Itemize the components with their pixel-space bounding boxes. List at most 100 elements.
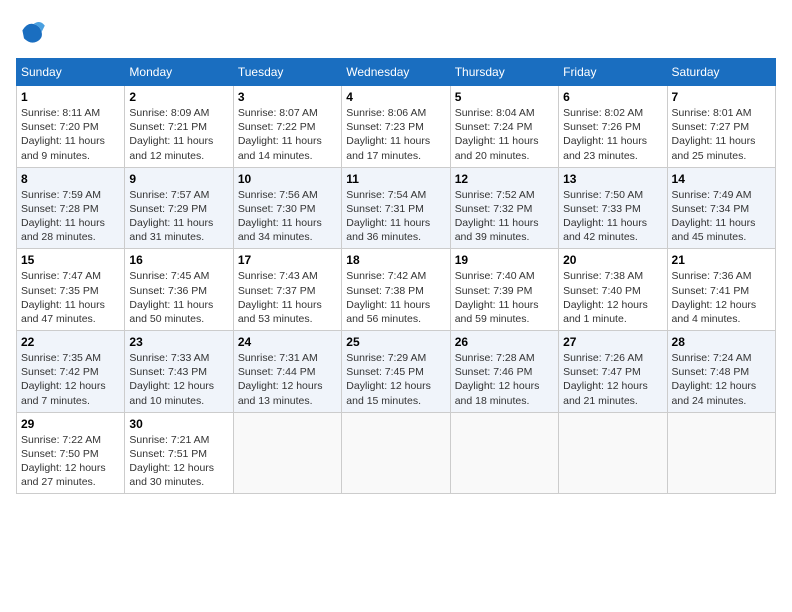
calendar-day-cell <box>342 412 450 494</box>
calendar-day-cell: 18 Sunrise: 7:42 AMSunset: 7:38 PMDaylig… <box>342 249 450 331</box>
day-number: 12 <box>455 172 554 186</box>
day-number: 24 <box>238 335 337 349</box>
day-info: Sunrise: 7:21 AMSunset: 7:51 PMDaylight:… <box>129 433 228 490</box>
calendar-day-cell: 10 Sunrise: 7:56 AMSunset: 7:30 PMDaylig… <box>233 167 341 249</box>
day-number: 18 <box>346 253 445 267</box>
day-info: Sunrise: 8:01 AMSunset: 7:27 PMDaylight:… <box>672 106 771 163</box>
calendar-day-cell: 6 Sunrise: 8:02 AMSunset: 7:26 PMDayligh… <box>559 86 667 168</box>
day-info: Sunrise: 7:33 AMSunset: 7:43 PMDaylight:… <box>129 351 228 408</box>
day-info: Sunrise: 7:57 AMSunset: 7:29 PMDaylight:… <box>129 188 228 245</box>
calendar-day-cell: 17 Sunrise: 7:43 AMSunset: 7:37 PMDaylig… <box>233 249 341 331</box>
day-info: Sunrise: 7:31 AMSunset: 7:44 PMDaylight:… <box>238 351 337 408</box>
calendar-day-cell <box>450 412 558 494</box>
day-number: 14 <box>672 172 771 186</box>
calendar-week-row: 22 Sunrise: 7:35 AMSunset: 7:42 PMDaylig… <box>17 331 776 413</box>
calendar-day-cell: 23 Sunrise: 7:33 AMSunset: 7:43 PMDaylig… <box>125 331 233 413</box>
day-number: 9 <box>129 172 228 186</box>
day-number: 23 <box>129 335 228 349</box>
day-info: Sunrise: 7:38 AMSunset: 7:40 PMDaylight:… <box>563 269 662 326</box>
day-info: Sunrise: 7:24 AMSunset: 7:48 PMDaylight:… <box>672 351 771 408</box>
day-info: Sunrise: 8:06 AMSunset: 7:23 PMDaylight:… <box>346 106 445 163</box>
calendar-day-cell: 3 Sunrise: 8:07 AMSunset: 7:22 PMDayligh… <box>233 86 341 168</box>
day-info: Sunrise: 7:47 AMSunset: 7:35 PMDaylight:… <box>21 269 120 326</box>
calendar-day-cell: 9 Sunrise: 7:57 AMSunset: 7:29 PMDayligh… <box>125 167 233 249</box>
calendar-day-cell: 1 Sunrise: 8:11 AMSunset: 7:20 PMDayligh… <box>17 86 125 168</box>
day-number: 16 <box>129 253 228 267</box>
day-number: 26 <box>455 335 554 349</box>
calendar-week-row: 29 Sunrise: 7:22 AMSunset: 7:50 PMDaylig… <box>17 412 776 494</box>
calendar-day-cell: 24 Sunrise: 7:31 AMSunset: 7:44 PMDaylig… <box>233 331 341 413</box>
calendar-week-row: 1 Sunrise: 8:11 AMSunset: 7:20 PMDayligh… <box>17 86 776 168</box>
day-info: Sunrise: 8:09 AMSunset: 7:21 PMDaylight:… <box>129 106 228 163</box>
day-number: 4 <box>346 90 445 104</box>
calendar-day-cell <box>233 412 341 494</box>
calendar-day-cell: 5 Sunrise: 8:04 AMSunset: 7:24 PMDayligh… <box>450 86 558 168</box>
calendar-header-row: SundayMondayTuesdayWednesdayThursdayFrid… <box>17 59 776 86</box>
calendar-week-row: 8 Sunrise: 7:59 AMSunset: 7:28 PMDayligh… <box>17 167 776 249</box>
day-number: 11 <box>346 172 445 186</box>
day-info: Sunrise: 8:07 AMSunset: 7:22 PMDaylight:… <box>238 106 337 163</box>
calendar-header-monday: Monday <box>125 59 233 86</box>
calendar-day-cell: 25 Sunrise: 7:29 AMSunset: 7:45 PMDaylig… <box>342 331 450 413</box>
calendar-day-cell: 27 Sunrise: 7:26 AMSunset: 7:47 PMDaylig… <box>559 331 667 413</box>
day-number: 28 <box>672 335 771 349</box>
day-number: 30 <box>129 417 228 431</box>
day-number: 17 <box>238 253 337 267</box>
day-number: 20 <box>563 253 662 267</box>
day-info: Sunrise: 7:43 AMSunset: 7:37 PMDaylight:… <box>238 269 337 326</box>
calendar-day-cell: 30 Sunrise: 7:21 AMSunset: 7:51 PMDaylig… <box>125 412 233 494</box>
day-number: 19 <box>455 253 554 267</box>
calendar-day-cell: 13 Sunrise: 7:50 AMSunset: 7:33 PMDaylig… <box>559 167 667 249</box>
calendar-day-cell: 2 Sunrise: 8:09 AMSunset: 7:21 PMDayligh… <box>125 86 233 168</box>
day-number: 22 <box>21 335 120 349</box>
day-number: 1 <box>21 90 120 104</box>
calendar-day-cell: 8 Sunrise: 7:59 AMSunset: 7:28 PMDayligh… <box>17 167 125 249</box>
calendar-header-thursday: Thursday <box>450 59 558 86</box>
day-info: Sunrise: 7:54 AMSunset: 7:31 PMDaylight:… <box>346 188 445 245</box>
calendar-table: SundayMondayTuesdayWednesdayThursdayFrid… <box>16 58 776 494</box>
calendar-day-cell: 4 Sunrise: 8:06 AMSunset: 7:23 PMDayligh… <box>342 86 450 168</box>
calendar-day-cell: 7 Sunrise: 8:01 AMSunset: 7:27 PMDayligh… <box>667 86 775 168</box>
day-number: 6 <box>563 90 662 104</box>
calendar-header-sunday: Sunday <box>17 59 125 86</box>
calendar-header-wednesday: Wednesday <box>342 59 450 86</box>
day-info: Sunrise: 7:28 AMSunset: 7:46 PMDaylight:… <box>455 351 554 408</box>
calendar-day-cell: 28 Sunrise: 7:24 AMSunset: 7:48 PMDaylig… <box>667 331 775 413</box>
day-number: 2 <box>129 90 228 104</box>
day-number: 3 <box>238 90 337 104</box>
day-info: Sunrise: 7:40 AMSunset: 7:39 PMDaylight:… <box>455 269 554 326</box>
calendar-day-cell: 21 Sunrise: 7:36 AMSunset: 7:41 PMDaylig… <box>667 249 775 331</box>
day-info: Sunrise: 7:22 AMSunset: 7:50 PMDaylight:… <box>21 433 120 490</box>
day-info: Sunrise: 7:36 AMSunset: 7:41 PMDaylight:… <box>672 269 771 326</box>
calendar-header-saturday: Saturday <box>667 59 775 86</box>
calendar-day-cell <box>559 412 667 494</box>
calendar-day-cell: 20 Sunrise: 7:38 AMSunset: 7:40 PMDaylig… <box>559 249 667 331</box>
day-number: 25 <box>346 335 445 349</box>
day-number: 8 <box>21 172 120 186</box>
calendar-day-cell: 29 Sunrise: 7:22 AMSunset: 7:50 PMDaylig… <box>17 412 125 494</box>
day-info: Sunrise: 7:50 AMSunset: 7:33 PMDaylight:… <box>563 188 662 245</box>
calendar-day-cell: 14 Sunrise: 7:49 AMSunset: 7:34 PMDaylig… <box>667 167 775 249</box>
calendar-day-cell: 19 Sunrise: 7:40 AMSunset: 7:39 PMDaylig… <box>450 249 558 331</box>
page-header <box>16 16 776 48</box>
logo-icon <box>16 16 48 48</box>
calendar-day-cell: 12 Sunrise: 7:52 AMSunset: 7:32 PMDaylig… <box>450 167 558 249</box>
day-info: Sunrise: 7:49 AMSunset: 7:34 PMDaylight:… <box>672 188 771 245</box>
logo <box>16 16 52 48</box>
day-number: 21 <box>672 253 771 267</box>
calendar-day-cell <box>667 412 775 494</box>
day-info: Sunrise: 7:35 AMSunset: 7:42 PMDaylight:… <box>21 351 120 408</box>
day-number: 5 <box>455 90 554 104</box>
day-number: 13 <box>563 172 662 186</box>
calendar-header-tuesday: Tuesday <box>233 59 341 86</box>
calendar-day-cell: 15 Sunrise: 7:47 AMSunset: 7:35 PMDaylig… <box>17 249 125 331</box>
calendar-day-cell: 26 Sunrise: 7:28 AMSunset: 7:46 PMDaylig… <box>450 331 558 413</box>
day-info: Sunrise: 7:59 AMSunset: 7:28 PMDaylight:… <box>21 188 120 245</box>
day-number: 27 <box>563 335 662 349</box>
day-number: 15 <box>21 253 120 267</box>
calendar-week-row: 15 Sunrise: 7:47 AMSunset: 7:35 PMDaylig… <box>17 249 776 331</box>
day-info: Sunrise: 7:42 AMSunset: 7:38 PMDaylight:… <box>346 269 445 326</box>
calendar-day-cell: 11 Sunrise: 7:54 AMSunset: 7:31 PMDaylig… <box>342 167 450 249</box>
calendar-day-cell: 16 Sunrise: 7:45 AMSunset: 7:36 PMDaylig… <box>125 249 233 331</box>
day-number: 7 <box>672 90 771 104</box>
